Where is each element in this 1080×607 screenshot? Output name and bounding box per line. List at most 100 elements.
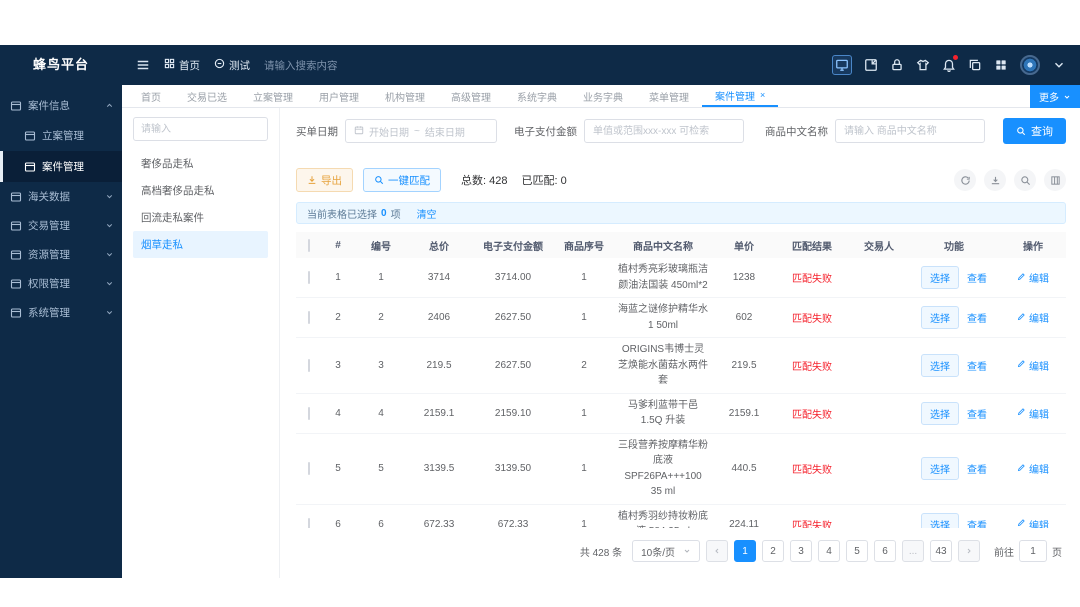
category-list: 奢侈品走私 高档奢侈品走私 回流走私案件 烟草走私 [133, 150, 268, 258]
chevron-down-icon[interactable] [1052, 58, 1066, 72]
category-item-2[interactable]: 回流走私案件 [133, 204, 268, 231]
sidebar-subitem-0-0[interactable]: 立案管理 [0, 120, 122, 151]
page-button-43[interactable]: 43 [930, 540, 952, 562]
sidebar-item-4[interactable]: 权限管理 [0, 269, 122, 298]
pencil-icon [1017, 463, 1026, 475]
cell-seq: 2 [581, 359, 587, 371]
sidebar-item-5[interactable]: 系统管理 [0, 298, 122, 327]
amount-filter-input[interactable] [584, 119, 744, 143]
matched-count-value: 0 [560, 175, 567, 187]
tab-1[interactable]: 交易已选 [174, 85, 240, 107]
breadcrumb-test[interactable]: 测试 [214, 58, 250, 73]
download-icon[interactable] [984, 169, 1006, 191]
sidebar-item-3[interactable]: 资源管理 [0, 240, 122, 269]
topbar: 首页 测试 请输入搜索内容 [122, 45, 1080, 85]
screenshot-icon[interactable] [864, 58, 878, 72]
edit-link[interactable]: 编辑 [1000, 270, 1066, 285]
category-item-3[interactable]: 烟草走私 [133, 231, 268, 258]
table-action-icons [954, 169, 1066, 191]
pencil-icon [1017, 312, 1026, 324]
select-button[interactable]: 选择 [921, 306, 959, 329]
notification-bell-icon[interactable] [942, 55, 958, 72]
select-button[interactable]: 选择 [921, 266, 959, 289]
user-avatar[interactable] [1020, 55, 1040, 75]
cell-unit-price: 2159.1 [728, 407, 760, 419]
view-link[interactable]: 查看 [967, 406, 987, 421]
page-size-select[interactable]: 10条/页 [632, 540, 700, 562]
clear-selection-link[interactable]: 清空 [417, 206, 437, 221]
tab-7[interactable]: 业务字典 [570, 85, 636, 107]
column-header: 交易人 [864, 241, 894, 253]
edit-link[interactable]: 编辑 [1000, 517, 1066, 528]
breadcrumb-home[interactable]: 首页 [164, 58, 200, 73]
date-range-picker[interactable]: 开始日期 ~ 结束日期 [345, 119, 497, 143]
refresh-icon[interactable] [954, 169, 976, 191]
copy-layers-icon[interactable] [968, 58, 982, 72]
edit-link[interactable]: 编辑 [1000, 358, 1066, 373]
edit-link[interactable]: 编辑 [1000, 310, 1066, 325]
apps-grid-icon[interactable] [994, 58, 1008, 72]
lock-icon[interactable] [890, 58, 904, 72]
select-button[interactable]: 选择 [921, 401, 959, 425]
goto-prefix: 前往 [994, 547, 1014, 559]
view-link[interactable]: 查看 [967, 310, 987, 325]
cell-code: 4 [378, 407, 384, 419]
row-checkbox[interactable] [308, 271, 310, 284]
row-checkbox[interactable] [308, 406, 310, 420]
view-link[interactable]: 查看 [967, 358, 987, 373]
tab-label: 机构管理 [385, 92, 425, 104]
sidebar-subitem-label: 案件管理 [42, 161, 84, 173]
row-checkbox[interactable] [308, 358, 310, 372]
page-button-1[interactable]: 1 [734, 540, 756, 562]
tab-4[interactable]: 机构管理 [372, 85, 438, 107]
export-button[interactable]: 导出 [296, 168, 353, 192]
category-item-1[interactable]: 高档奢侈品走私 [133, 177, 268, 204]
view-link[interactable]: 查看 [967, 270, 987, 285]
page-button-3[interactable]: 3 [790, 540, 812, 562]
edit-link[interactable]: 编辑 [1000, 406, 1066, 421]
column-header: 商品序号 [564, 241, 604, 253]
select-all-checkbox[interactable] [308, 238, 310, 252]
tab-9[interactable]: 案件管理 × [702, 85, 779, 107]
sidebar-subitem-0-1[interactable]: 案件管理 [0, 151, 122, 182]
row-checkbox[interactable] [308, 517, 310, 528]
tab-2[interactable]: 立案管理 [240, 85, 306, 107]
sidebar-item-2[interactable]: 交易管理 [0, 211, 122, 240]
next-page-button[interactable] [958, 540, 980, 562]
tab-8[interactable]: 菜单管理 [636, 85, 702, 107]
tab-3[interactable]: 用户管理 [306, 85, 372, 107]
select-button[interactable]: 选择 [921, 457, 959, 480]
goto-page-input[interactable] [1019, 540, 1047, 562]
table-row: 6 6 672.33 672.33 1 植村秀羽纱持妆粉底液 584 35ml 224.11… [296, 505, 1066, 529]
row-checkbox[interactable] [308, 462, 310, 475]
tab-5[interactable]: 高级管理 [438, 85, 504, 107]
category-item-0[interactable]: 奢侈品走私 [133, 150, 268, 177]
view-link[interactable]: 查看 [967, 461, 987, 476]
one-click-match-button[interactable]: 一键匹配 [363, 168, 441, 192]
page-button-6[interactable]: 6 [874, 540, 896, 562]
sidebar-item-1[interactable]: 海关数据 [0, 182, 122, 211]
query-button[interactable]: 查询 [1003, 118, 1066, 144]
category-search-input[interactable] [133, 117, 268, 141]
column-settings-icon[interactable] [1044, 169, 1066, 191]
edit-link[interactable]: 编辑 [1000, 461, 1066, 476]
hamburger-menu-icon[interactable] [136, 58, 150, 72]
tab-0[interactable]: 首页 [128, 85, 174, 107]
select-button[interactable]: 选择 [921, 353, 959, 377]
sidebar-item-0[interactable]: 案件信息 [0, 91, 122, 120]
page-button-5[interactable]: 5 [846, 540, 868, 562]
prev-page-button[interactable] [706, 540, 728, 562]
monitor-icon[interactable] [832, 55, 852, 75]
name-filter-input[interactable] [835, 119, 985, 143]
row-checkbox[interactable] [308, 311, 310, 324]
theme-tshirt-icon[interactable] [916, 58, 930, 72]
close-icon[interactable]: × [760, 90, 765, 100]
page-button-4[interactable]: 4 [818, 540, 840, 562]
page-button-2[interactable]: 2 [762, 540, 784, 562]
search-icon[interactable] [1014, 169, 1036, 191]
select-button[interactable]: 选择 [921, 512, 959, 528]
more-button[interactable]: 更多 [1030, 85, 1080, 108]
view-link[interactable]: 查看 [967, 517, 987, 529]
header-search-input[interactable]: 请输入搜索内容 [264, 58, 394, 73]
tab-6[interactable]: 系统字典 [504, 85, 570, 107]
